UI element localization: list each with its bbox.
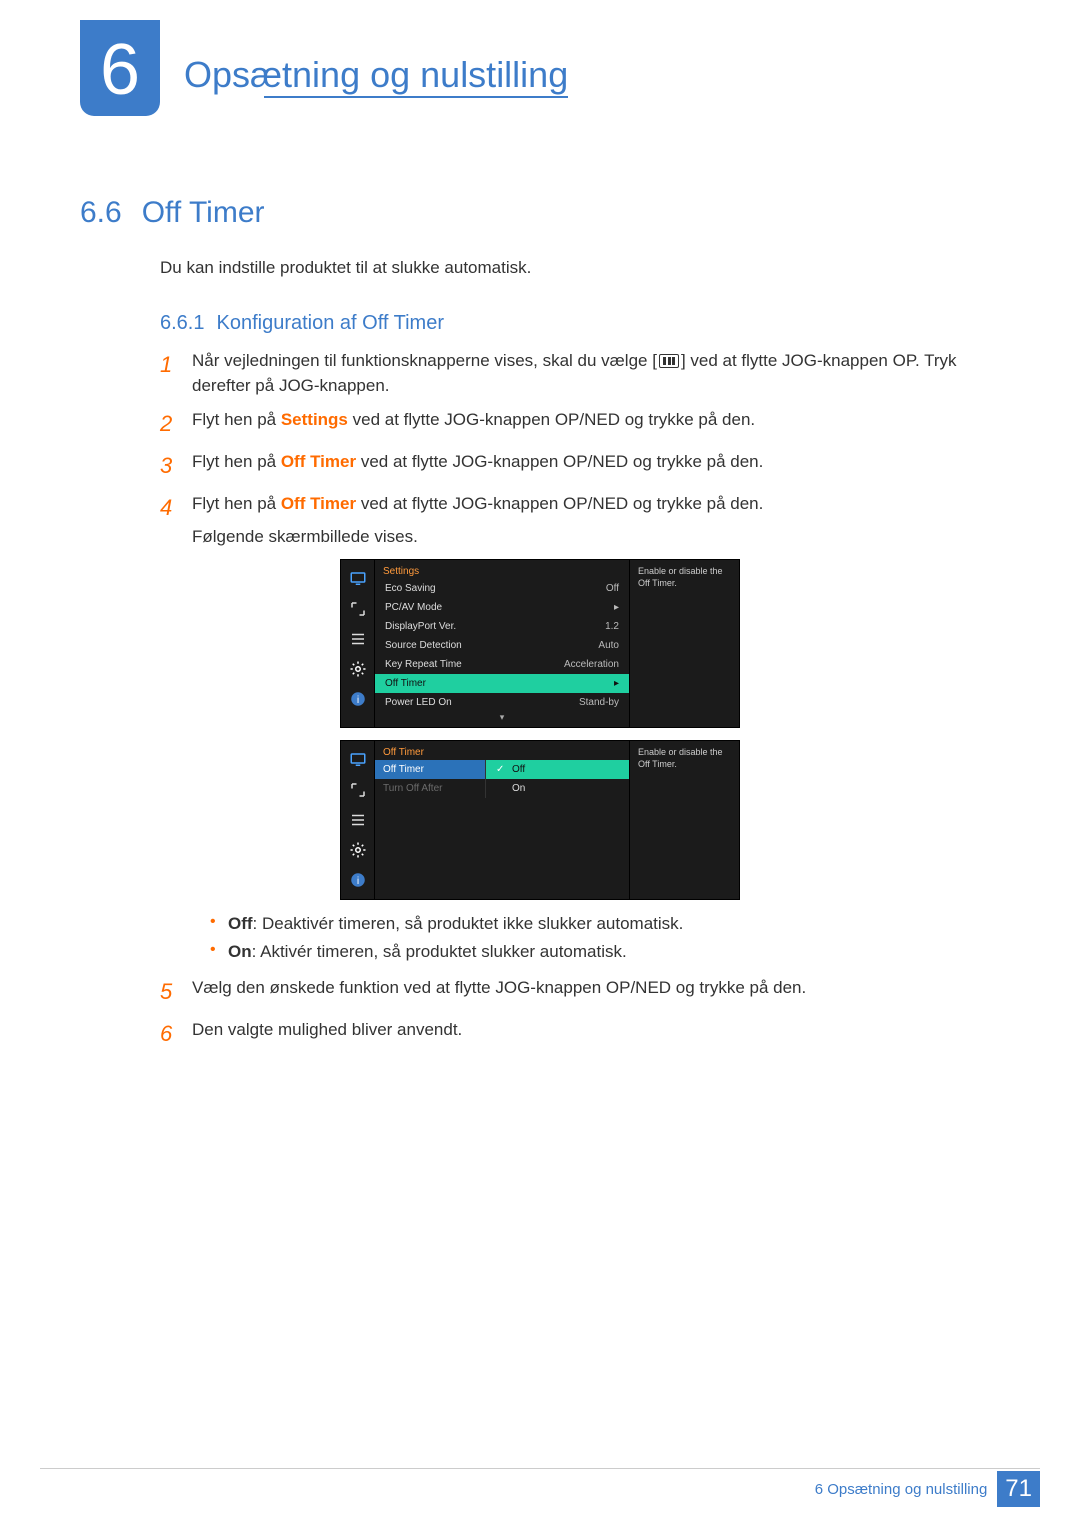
footer-text: 6 Opsætning og nulstilling bbox=[815, 1481, 988, 1498]
step-number: 1 bbox=[160, 349, 184, 381]
bullet-icon: • bbox=[210, 942, 228, 962]
monitor-icon bbox=[347, 568, 369, 590]
osd-row: DisplayPort Ver.1.2 bbox=[375, 617, 629, 636]
keyword: Off Timer bbox=[281, 452, 356, 471]
chapter-rule bbox=[264, 96, 568, 98]
step-2: 2 Flyt hen på Settings ved at flytte JOG… bbox=[160, 408, 1000, 440]
osd-row: Key Repeat TimeAcceleration bbox=[375, 655, 629, 674]
monitor-icon bbox=[347, 749, 369, 771]
step-3: 3 Flyt hen på Off Timer ved at flytte JO… bbox=[160, 450, 1000, 482]
osd-title: Settings bbox=[375, 560, 629, 579]
osd-subitem-disabled: Turn Off After bbox=[375, 779, 485, 798]
bullet-off: • Off: Deaktivér timeren, så produktet i… bbox=[210, 914, 1000, 934]
info-icon: i bbox=[347, 688, 369, 710]
resize-icon bbox=[347, 598, 369, 620]
page-number: 71 bbox=[997, 1471, 1040, 1507]
subsection-title: Konfiguration af Off Timer bbox=[216, 312, 444, 334]
step-text: Vælg den ønskede funktion ved at flytte … bbox=[184, 976, 1000, 1001]
step-number: 3 bbox=[160, 450, 184, 482]
section-number: 6.6 bbox=[80, 196, 122, 229]
osd-subitem-highlighted: Off Timer bbox=[375, 760, 485, 779]
option-descriptions: • Off: Deaktivér timeren, så produktet i… bbox=[210, 914, 1000, 962]
steps-list-cont: 5 Vælg den ønskede funktion ved at flytt… bbox=[160, 976, 1000, 1050]
subsection-number: 6.6.1 bbox=[160, 312, 204, 334]
bullet-on: • On: Aktivér timeren, så produktet sluk… bbox=[210, 942, 1000, 962]
steps-list: 1 Når vejledningen til funktionsknappern… bbox=[160, 349, 1000, 549]
osd-offtimer-figure: i Off Timer Off Timer Turn Off After ✓Of… bbox=[340, 740, 1000, 900]
menu-icon bbox=[659, 354, 679, 368]
bullet-icon: • bbox=[210, 914, 228, 934]
osd-option-pane: ✓Off On bbox=[485, 760, 629, 798]
keyword: Settings bbox=[281, 410, 348, 429]
keyword: Off Timer bbox=[281, 494, 356, 513]
step-extra: Følgende skærmbillede vises. bbox=[192, 525, 1000, 550]
check-icon: ✓ bbox=[496, 764, 506, 775]
osd-menu-list: Settings Eco SavingOff PC/AV Mode▸ Displ… bbox=[375, 560, 629, 727]
osd-tab-column: i bbox=[341, 741, 375, 899]
resize-icon bbox=[347, 779, 369, 801]
osd-row: Power LED OnStand-by bbox=[375, 693, 629, 712]
chapter-title: Opsætning og nulstilling bbox=[184, 54, 568, 96]
osd-row: PC/AV Mode▸ bbox=[375, 598, 629, 617]
section-title: Off Timer bbox=[142, 196, 265, 229]
osd-help-text: Enable or disable the Off Timer. bbox=[629, 560, 739, 727]
chapter-header: 6 Opsætning og nulstilling bbox=[80, 20, 1000, 116]
info-icon: i bbox=[347, 869, 369, 891]
document-page: 6 Opsætning og nulstilling 6.6 Off Timer … bbox=[0, 0, 1080, 1527]
step-4: 4 Flyt hen på Off Timer ved at flytte JO… bbox=[160, 492, 1000, 549]
step-text: Når vejledningen til funktionsknapperne … bbox=[192, 351, 657, 370]
step-number: 5 bbox=[160, 976, 184, 1008]
step-5: 5 Vælg den ønskede funktion ved at flytt… bbox=[160, 976, 1000, 1008]
footer-rule bbox=[40, 1468, 1040, 1469]
gear-icon bbox=[347, 839, 369, 861]
list-icon bbox=[347, 809, 369, 831]
osd-menu-list: Off Timer Off Timer Turn Off After ✓Off … bbox=[375, 741, 629, 899]
section-intro: Du kan indstille produktet til at slukke… bbox=[160, 258, 1000, 278]
osd-row: Source DetectionAuto bbox=[375, 636, 629, 655]
osd-help-text: Enable or disable the Off Timer. bbox=[629, 741, 739, 899]
step-6: 6 Den valgte mulighed bliver anvendt. bbox=[160, 1018, 1000, 1050]
osd-option-highlighted: ✓Off bbox=[486, 760, 629, 779]
page-footer: 6 Opsætning og nulstilling 71 bbox=[815, 1471, 1040, 1507]
section-heading: 6.6 Off Timer bbox=[80, 196, 1000, 230]
step-1: 1 Når vejledningen til funktionsknappern… bbox=[160, 349, 1000, 398]
subsection-heading: 6.6.1 Konfiguration af Off Timer bbox=[160, 312, 1000, 335]
step-text: Den valgte mulighed bliver anvendt. bbox=[184, 1018, 1000, 1043]
gear-icon bbox=[347, 658, 369, 680]
chapter-number-badge: 6 bbox=[80, 20, 160, 116]
step-number: 2 bbox=[160, 408, 184, 440]
step-number: 6 bbox=[160, 1018, 184, 1050]
svg-text:i: i bbox=[356, 694, 358, 706]
osd-title: Off Timer bbox=[375, 741, 629, 760]
svg-text:i: i bbox=[356, 875, 358, 887]
osd-option: On bbox=[486, 779, 629, 798]
step-number: 4 bbox=[160, 492, 184, 524]
list-icon bbox=[347, 628, 369, 650]
osd-settings-figure: i Settings Eco SavingOff PC/AV Mode▸ Dis… bbox=[340, 559, 1000, 728]
osd-row: Eco SavingOff bbox=[375, 579, 629, 598]
osd-row-highlighted: Off Timer▸ bbox=[375, 674, 629, 693]
section: 6.6 Off Timer Du kan indstille produktet … bbox=[80, 196, 1000, 1050]
scroll-down-icon: ▾ bbox=[375, 712, 629, 727]
osd-tab-column: i bbox=[341, 560, 375, 727]
